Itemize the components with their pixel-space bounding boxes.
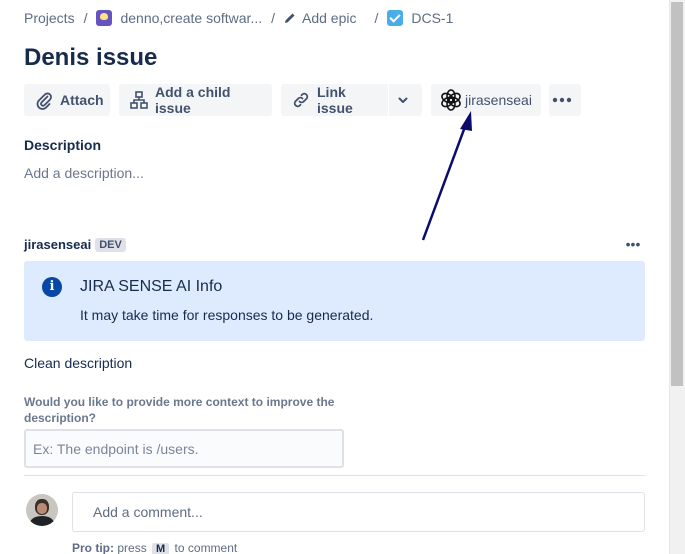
breadcrumb-separator: / <box>374 10 379 26</box>
info-title: JIRA SENSE AI Info <box>80 278 223 295</box>
chevron-down-icon <box>398 97 407 103</box>
breadcrumb-project-label[interactable]: denno,create softwar... <box>120 10 262 26</box>
openai-logo-icon <box>441 89 461 111</box>
link-issue-dropdown-button[interactable] <box>389 84 422 116</box>
context-question-label: Would you like to provide more context t… <box>24 395 335 425</box>
avatar[interactable] <box>26 494 58 526</box>
comment-input[interactable] <box>72 492 645 532</box>
link-issue-label: Link issue <box>317 84 353 116</box>
info-icon: i <box>42 277 62 297</box>
child-issue-icon <box>130 91 148 109</box>
pro-tip-press: press <box>117 541 147 554</box>
pro-tip-prefix: Pro tip: <box>72 541 114 554</box>
breadcrumb-project[interactable]: denno,create softwar... <box>96 10 262 26</box>
project-avatar-icon <box>96 10 113 26</box>
app-panel-more-button[interactable]: ••• <box>624 236 642 252</box>
jirasenseai-app-label: jirasenseai <box>465 92 532 108</box>
attach-label: Attach <box>60 92 104 108</box>
more-actions-button[interactable] <box>549 84 581 116</box>
breadcrumb-issue-label[interactable]: DCS-1 <box>411 10 453 26</box>
section-divider <box>24 475 645 476</box>
context-input[interactable] <box>24 429 344 468</box>
avatar-face <box>37 503 47 514</box>
attach-button[interactable]: Attach <box>24 84 110 116</box>
paperclip-icon <box>36 92 52 110</box>
breadcrumb-add-epic[interactable]: Add epic <box>284 10 356 26</box>
scrollbar-thumb[interactable] <box>671 2 683 386</box>
link-icon <box>293 92 309 108</box>
add-child-issue-button[interactable]: Add a child issue <box>119 84 272 116</box>
info-message: i JIRA SENSE AI Info It may take time fo… <box>24 261 645 341</box>
app-panel-name: jirasenseai <box>24 237 92 252</box>
jirasenseai-app-button[interactable]: jirasenseai <box>431 84 541 116</box>
description-editor[interactable]: Add a description... <box>24 165 144 181</box>
breadcrumb-epic-label[interactable]: Add epic <box>302 10 356 26</box>
pencil-icon <box>285 13 295 23</box>
breadcrumb-projects[interactable]: Projects <box>24 10 75 26</box>
breadcrumb: Projects / denno,create softwar... / Add… <box>24 9 453 27</box>
pro-tip-key: M <box>152 543 170 554</box>
pro-tip-suffix: to comment <box>174 541 238 554</box>
clean-description-label: Clean description <box>24 355 133 371</box>
issue-title[interactable]: Denis issue <box>24 44 157 72</box>
breadcrumb-issue-key[interactable]: DCS-1 <box>387 10 453 26</box>
arrow-shaft <box>421 123 468 241</box>
pro-tip: Pro tip: press M to comment <box>72 541 237 554</box>
app-panel-header: jirasenseai DEV <box>24 237 126 252</box>
breadcrumb-separator: / <box>271 10 275 26</box>
ellipsis-icon <box>552 97 572 103</box>
task-type-icon <box>387 10 404 26</box>
breadcrumb-projects-label[interactable]: Projects <box>24 10 75 26</box>
description-label: Description <box>24 137 102 153</box>
avatar-body <box>30 516 54 526</box>
dev-badge: DEV <box>95 237 126 252</box>
info-text: It may take time for responses to be gen… <box>80 307 374 323</box>
link-issue-button[interactable]: Link issue <box>281 84 388 116</box>
breadcrumb-separator: / <box>83 10 88 26</box>
add-child-label: Add a child issue <box>155 84 231 116</box>
